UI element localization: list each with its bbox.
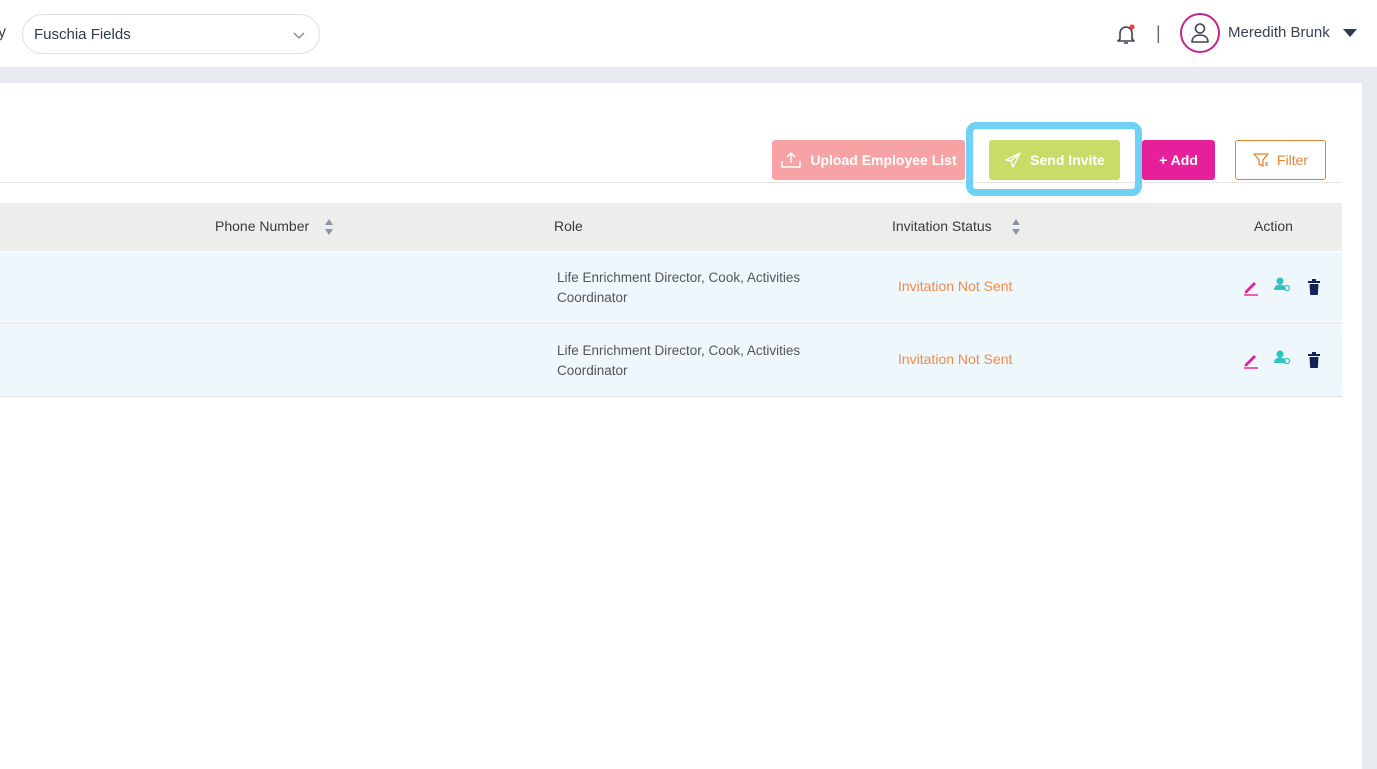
assign-user-icon[interactable] bbox=[1273, 276, 1291, 294]
main-panel bbox=[0, 83, 1362, 769]
status-cell: Invitation Not Sent bbox=[898, 278, 1013, 294]
table-row: Life Enrichment Director, Cook, Activiti… bbox=[0, 325, 1342, 397]
status-cell: Invitation Not Sent bbox=[898, 351, 1013, 367]
sort-icon[interactable] bbox=[1011, 218, 1021, 236]
send-icon bbox=[1004, 152, 1022, 168]
upload-icon bbox=[780, 151, 802, 169]
chevron-down-icon bbox=[293, 32, 305, 40]
facility-select-value: Fuschia Fields bbox=[34, 26, 131, 43]
avatar[interactable] bbox=[1180, 13, 1220, 53]
upload-button-label: Upload Employee List bbox=[810, 152, 957, 168]
col-invitation-status[interactable]: Invitation Status bbox=[892, 218, 992, 234]
top-bar: y Fuschia Fields | Meredith Brunk bbox=[0, 0, 1377, 68]
user-name[interactable]: Meredith Brunk bbox=[1228, 24, 1330, 41]
add-button[interactable]: + Add bbox=[1142, 140, 1215, 180]
sort-icon[interactable] bbox=[324, 218, 334, 236]
user-icon bbox=[1191, 23, 1209, 43]
send-invite-button[interactable]: Send Invite bbox=[989, 140, 1120, 180]
edit-icon[interactable] bbox=[1242, 351, 1260, 369]
col-role: Role bbox=[554, 218, 583, 234]
add-button-label: + Add bbox=[1159, 152, 1198, 168]
col-phone-number[interactable]: Phone Number bbox=[215, 218, 309, 234]
send-invite-label: Send Invite bbox=[1030, 152, 1105, 168]
caret-down-icon[interactable] bbox=[1343, 29, 1357, 37]
role-cell: Life Enrichment Director, Cook, Activiti… bbox=[557, 343, 801, 378]
bell-icon[interactable] bbox=[1114, 22, 1138, 46]
trash-icon[interactable] bbox=[1305, 278, 1323, 296]
col-action: Action bbox=[1254, 218, 1293, 234]
facility-select[interactable]: Fuschia Fields bbox=[22, 14, 320, 54]
role-cell: Life Enrichment Director, Cook, Activiti… bbox=[557, 270, 801, 305]
header-divider: | bbox=[1156, 23, 1161, 43]
table-header: Phone Number Role Invitation Status Acti… bbox=[0, 203, 1342, 251]
upload-employee-list-button[interactable]: Upload Employee List bbox=[772, 140, 965, 180]
assign-user-icon[interactable] bbox=[1273, 349, 1291, 367]
filter-button[interactable]: Filter bbox=[1235, 140, 1326, 180]
cut-off-label: y bbox=[0, 24, 6, 41]
trash-icon[interactable] bbox=[1305, 351, 1323, 369]
filter-button-label: Filter bbox=[1276, 152, 1309, 168]
filter-icon bbox=[1253, 152, 1269, 168]
table-row: Life Enrichment Director, Cook, Activiti… bbox=[0, 252, 1342, 324]
edit-icon[interactable] bbox=[1242, 278, 1260, 296]
